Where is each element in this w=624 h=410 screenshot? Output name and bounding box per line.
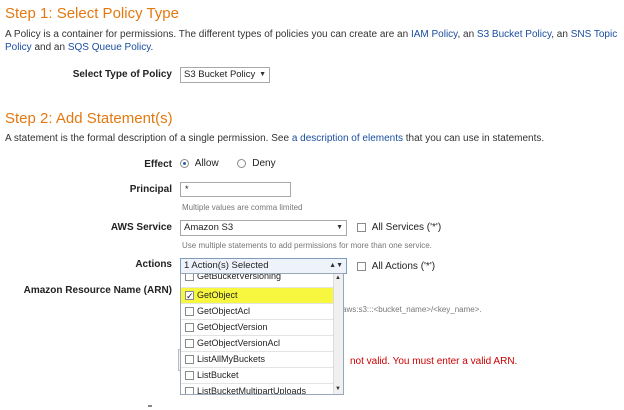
action-option-label: GetObjectAcl xyxy=(197,306,251,316)
aws-service-label: AWS Service xyxy=(110,222,172,233)
action-option-label: ListBucket xyxy=(197,370,239,380)
action-option-checkbox[interactable] xyxy=(185,274,194,281)
action-option[interactable]: ListBucket xyxy=(181,367,333,383)
action-option-checkbox[interactable] xyxy=(185,323,194,332)
policy-generator-page: Step 1: Select Policy Type A Policy is a… xyxy=(0,0,624,410)
action-option-label: GetObjectVersion xyxy=(197,322,268,332)
aws-service-value: Amazon S3 xyxy=(184,222,234,233)
hidden-link-fragment xyxy=(176,335,179,343)
actions-value: 1 Action(s) Selected xyxy=(184,260,269,271)
principal-hint: Multiple values are comma limited xyxy=(182,203,303,212)
chevron-down-icon: ▼ xyxy=(336,224,343,231)
arn-error-message: not valid. You must enter a valid ARN. xyxy=(350,356,518,367)
step1-sep2: , an xyxy=(551,29,571,40)
principal-input[interactable]: * xyxy=(180,182,291,197)
action-option[interactable]: ListBucketMultipartUploads xyxy=(181,383,333,395)
arn-label: Amazon Resource Name (ARN) xyxy=(23,285,172,296)
action-option-checkbox[interactable] xyxy=(185,339,194,348)
step1-desc-text: A Policy is a container for permissions.… xyxy=(5,29,411,40)
step2-desc-text: A statement is the formal description of… xyxy=(5,133,292,144)
action-option-checkbox[interactable] xyxy=(185,289,194,304)
action-option-checkbox[interactable] xyxy=(185,355,194,364)
all-actions-label: All Actions ('*') xyxy=(371,261,436,272)
scroll-up-icon[interactable]: ▲ xyxy=(335,275,341,281)
step2-title: Step 2: Add Statement(s) xyxy=(5,110,173,127)
action-option[interactable]: GetObjectAcl xyxy=(181,303,333,319)
effect-label: Effect xyxy=(144,159,172,170)
service-hint: Use multiple statements to add permissio… xyxy=(182,241,432,250)
action-option-checkbox[interactable] xyxy=(185,371,194,380)
up-down-arrow-icon: ▲▼ xyxy=(329,262,343,269)
all-services-checkbox[interactable] xyxy=(357,222,366,232)
policy-type-value: S3 Bucket Policy xyxy=(184,69,256,80)
actions-list-scrollbar[interactable]: ▲ ▼ xyxy=(333,274,343,394)
actions-select[interactable]: 1 Action(s) Selected ▲▼ xyxy=(180,258,347,274)
action-option[interactable]: ListAllMyBuckets xyxy=(181,351,333,367)
aws-service-select[interactable]: Amazon S3 ▼ xyxy=(180,220,347,236)
effect-radio-group: Allow Deny xyxy=(180,158,276,169)
stray-mark xyxy=(148,405,152,407)
sns-topic-link-cont[interactable]: Policy xyxy=(5,42,32,53)
step2-desc-text2: that you can use in statements. xyxy=(402,133,545,144)
allow-label: Allow xyxy=(194,158,219,169)
sns-topic-link[interactable]: SNS Topic xyxy=(571,29,618,40)
sqs-queue-policy-link[interactable]: SQS Queue Policy xyxy=(68,42,151,53)
step1-end: . xyxy=(150,42,154,53)
step1-title: Step 1: Select Policy Type xyxy=(5,5,179,22)
step1-sep1: , an xyxy=(457,29,477,40)
policy-type-select[interactable]: S3 Bucket Policy ▼ xyxy=(180,67,270,83)
step2-description: A statement is the formal description of… xyxy=(5,132,620,145)
action-option[interactable]: GetBucketVersioning xyxy=(181,273,333,284)
all-services-option: All Services ('*') xyxy=(357,222,441,233)
s3-bucket-policy-link[interactable]: S3 Bucket Policy xyxy=(477,29,551,40)
all-services-label: All Services ('*') xyxy=(371,222,442,233)
all-actions-checkbox[interactable] xyxy=(357,261,366,271)
action-option[interactable]: GetObjectVersion xyxy=(181,319,333,335)
action-option[interactable]: GetObjectVersionAcl xyxy=(181,335,333,351)
action-option-checkbox[interactable] xyxy=(185,387,194,394)
select-policy-type-label: Select Type of Policy xyxy=(72,69,172,80)
action-option-label: GetBucketVersioning xyxy=(197,273,282,281)
action-option-label: ListBucketMultipartUploads xyxy=(197,386,307,395)
action-option-label: ListAllMyBuckets xyxy=(197,354,266,364)
arn-hint: aws:s3:::<bucket_name>/<key_name>. xyxy=(342,305,482,314)
deny-label: Deny xyxy=(252,158,276,169)
actions-dropdown-list[interactable]: GetBucketVersioning GetObject GetObjectAcl… xyxy=(180,273,344,395)
action-option[interactable]: GetObject xyxy=(181,287,333,304)
step1-description: A Policy is a container for permissions.… xyxy=(5,28,620,54)
scroll-down-icon[interactable]: ▼ xyxy=(335,386,341,392)
actions-label: Actions xyxy=(135,259,172,270)
allow-radio[interactable] xyxy=(180,158,189,168)
description-of-elements-link[interactable]: a description of elements xyxy=(292,133,403,144)
all-actions-option: All Actions ('*') xyxy=(357,261,435,272)
action-option-checkbox[interactable] xyxy=(185,307,194,316)
deny-radio[interactable] xyxy=(237,158,247,168)
iam-policy-link[interactable]: IAM Policy xyxy=(411,29,458,40)
action-option-label: GetObjectVersionAcl xyxy=(197,338,281,348)
action-option-label: GetObject xyxy=(197,290,238,300)
chevron-down-icon: ▼ xyxy=(259,71,266,78)
step1-sep3: and an xyxy=(31,42,68,53)
principal-label: Principal xyxy=(129,184,172,195)
